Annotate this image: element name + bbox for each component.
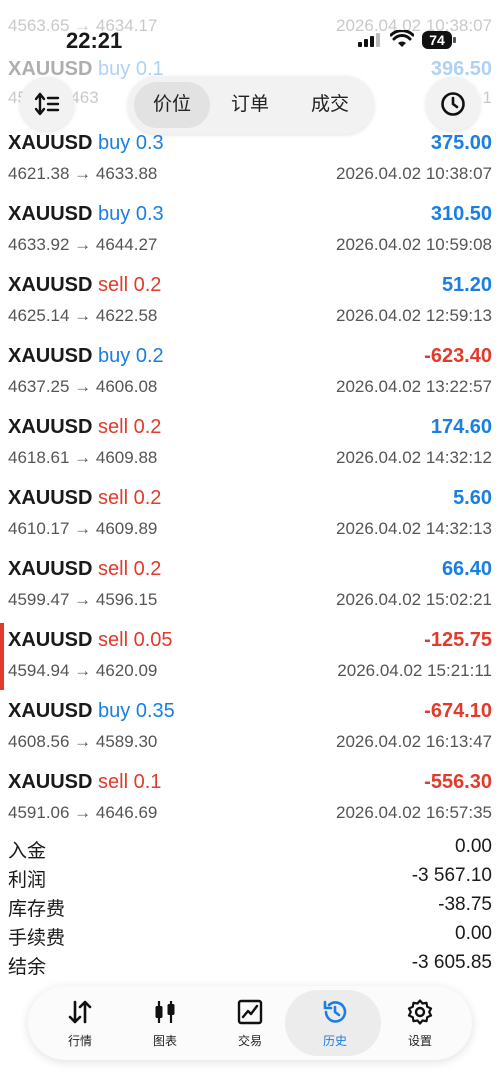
deal-row[interactable]: XAUUSD sell 0.2 66.40 4599.47 → 4596.15 … — [0, 550, 500, 621]
deal-time: 2026.04.02 13:22:57 — [336, 377, 492, 396]
deal-symbol: XAUUSD sell 0.2 — [8, 558, 162, 580]
deal-time: 2026.04.02 16:57:35 — [336, 803, 492, 822]
summary-value: -3 605.85 — [411, 952, 492, 973]
tab-charts[interactable]: 图表 — [125, 986, 205, 1060]
deal-result: 375.00 — [430, 132, 492, 154]
summary-label: 结余 — [8, 957, 47, 978]
deal-prices: 4637.25 → 4606.08 — [8, 377, 158, 396]
summary-value: 0.00 — [455, 836, 492, 857]
deal-prices: 4599.47 → 4596.15 — [8, 590, 158, 609]
summary-label: 入金 — [8, 841, 47, 862]
deal-result: -125.75 — [424, 629, 492, 651]
summary-value: -3 567.10 — [411, 865, 492, 886]
summary-label: 利润 — [8, 870, 47, 891]
deal-time: 2026.04.02 10:59:08 — [336, 235, 492, 254]
deal-symbol: XAUUSD sell 0.05 — [8, 629, 173, 651]
deal-prices: 4618.61 → 4609.88 — [8, 448, 158, 467]
deal-row[interactable]: XAUUSD buy 0.35 -674.10 4608.56 → 4589.3… — [0, 692, 500, 763]
sort-icon — [34, 92, 60, 116]
segment-orders[interactable]: 订单 — [212, 82, 288, 128]
wifi-icon — [390, 30, 414, 47]
summary-label: 库存费 — [8, 899, 66, 920]
bottom-tab-bar: 行情 图表 交易 历史 设置 — [28, 986, 472, 1060]
deal-prices: 4608.56 → 4589.30 — [8, 732, 158, 751]
tab-trade[interactable]: 交易 — [210, 986, 290, 1060]
summary-profit: 利润 -3 567.10 — [0, 863, 500, 892]
cellular-signal-icon — [358, 33, 380, 47]
period-button[interactable] — [426, 77, 480, 131]
tab-label: 历史 — [322, 1034, 347, 1048]
deal-row[interactable]: XAUUSD buy 0.3 310.50 4633.92 → 4644.27 … — [0, 195, 500, 266]
sort-button[interactable] — [20, 77, 74, 131]
summary-value: -38.75 — [438, 894, 492, 915]
deal-symbol: XAUUSD buy 0.3 — [8, 203, 164, 225]
deal-symbol: XAUUSD sell 0.1 — [8, 771, 162, 793]
deal-result: 310.50 — [430, 203, 492, 225]
deal-result: 51.20 — [441, 274, 492, 296]
selected-row-marker — [0, 623, 4, 690]
deal-symbol: XAUUSD buy 0.2 — [8, 345, 164, 367]
deal-prices: 4594.94 → 4620.09 — [8, 661, 158, 680]
tab-quotes[interactable]: 行情 — [40, 986, 120, 1060]
deal-prices: 4625.14 → 4622.58 — [8, 306, 158, 325]
deal-result: -623.40 — [424, 345, 492, 367]
summary-balance: 结余 -3 605.85 — [0, 950, 500, 979]
segment-positions[interactable]: 价位 — [134, 82, 210, 128]
deal-result: 5.60 — [453, 487, 492, 509]
summary-deposit: 入金 0.00 — [0, 834, 500, 863]
deal-result: 66.40 — [441, 558, 492, 580]
deal-row[interactable]: XAUUSD sell 0.2 174.60 4618.61 → 4609.88… — [0, 408, 500, 479]
quotes-arrows-icon — [68, 1000, 92, 1024]
deal-row[interactable]: XAUUSD sell 0.05 -125.75 4594.94 → 4620.… — [0, 621, 500, 692]
deal-prices: 4610.17 → 4609.89 — [8, 519, 158, 538]
account-summary: 入金 0.00 利润 -3 567.10 库存费 -38.75 手续费 0.00… — [0, 834, 500, 979]
segment-deals[interactable]: 成交 — [292, 82, 368, 128]
deal-symbol: XAUUSD buy 0.3 — [8, 132, 164, 154]
deal-prices: 4633.92 → 4644.27 — [8, 235, 158, 254]
tab-label: 行情 — [67, 1034, 92, 1048]
deal-symbol: XAUUSD sell 0.2 — [8, 487, 162, 509]
tab-label: 图表 — [152, 1034, 177, 1048]
deal-time: 2026.04.02 16:13:47 — [336, 732, 492, 751]
deal-time: 2026.04.02 14:32:13 — [336, 519, 492, 538]
status-bar: 22:21 74 — [0, 0, 500, 78]
deal-row[interactable]: XAUUSD sell 0.1 -556.30 4591.06 → 4646.6… — [0, 763, 500, 834]
deal-time: 2026.04.02 14:32:12 — [336, 448, 492, 467]
deal-time: 2026.04.02 12:59:13 — [336, 306, 492, 325]
deal-prices: 4621.38 → 4633.88 — [8, 164, 158, 183]
deal-row[interactable]: XAUUSD buy 0.3 375.00 4621.38 → 4633.88 … — [0, 124, 500, 195]
summary-swap: 库存费 -38.75 — [0, 892, 500, 921]
gear-icon — [407, 999, 433, 1025]
deal-symbol: XAUUSD sell 0.2 — [8, 274, 162, 296]
candlestick-chart-icon — [155, 1001, 175, 1023]
summary-value: 0.00 — [455, 923, 492, 944]
history-clock-icon — [323, 1000, 347, 1023]
deal-prices: 4591.06 → 4646.69 — [8, 803, 158, 822]
status-time: 22:21 — [66, 28, 123, 53]
tab-history[interactable]: 历史 — [285, 986, 381, 1060]
deal-row[interactable]: XAUUSD sell 0.2 51.20 4625.14 → 4622.58 … — [0, 266, 500, 337]
deal-symbol: XAUUSD buy 0.35 — [8, 700, 175, 722]
clock-icon — [441, 92, 465, 116]
deal-result: 174.60 — [430, 416, 492, 438]
deal-row[interactable]: XAUUSD sell 0.2 5.60 4610.17 → 4609.89 2… — [0, 479, 500, 550]
tab-label: 交易 — [237, 1034, 262, 1048]
battery-indicator: 74 — [422, 31, 456, 49]
trade-chart-icon — [237, 999, 263, 1025]
tab-settings[interactable]: 设置 — [380, 986, 460, 1060]
deal-time: 2026.04.02 10:38:07 — [336, 164, 492, 183]
tab-label: 设置 — [407, 1034, 432, 1048]
summary-commission: 手续费 0.00 — [0, 921, 500, 950]
summary-label: 手续费 — [8, 928, 66, 949]
deal-symbol: XAUUSD sell 0.2 — [8, 416, 162, 438]
deal-result: -674.10 — [424, 700, 492, 722]
deal-time: 2026.04.02 15:21:11 — [337, 661, 492, 680]
deal-time: 2026.04.02 15:02:21 — [336, 590, 492, 609]
deal-row[interactable]: XAUUSD buy 0.2 -623.40 4637.25 → 4606.08… — [0, 337, 500, 408]
deal-result: -556.30 — [424, 771, 492, 793]
